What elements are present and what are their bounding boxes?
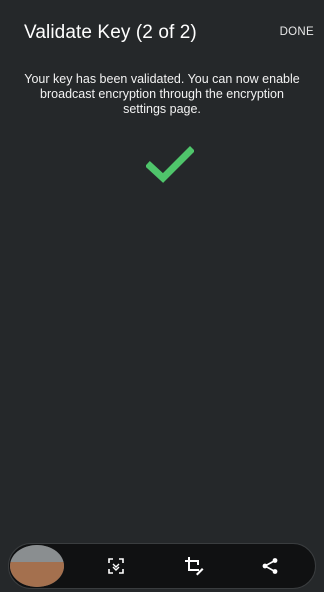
crop-edit-icon[interactable] <box>182 554 206 578</box>
validation-message: Your key has been validated. You can now… <box>24 72 300 116</box>
app-header: Validate Key (2 of 2) DONE <box>0 0 324 64</box>
share-icon[interactable] <box>258 554 282 578</box>
page-title: Validate Key (2 of 2) <box>24 22 197 43</box>
scroll-capture-glyph <box>108 558 124 574</box>
scroll-capture-icon[interactable] <box>104 554 128 578</box>
done-button[interactable]: DONE <box>280 26 314 38</box>
checkmark-icon <box>146 146 194 183</box>
crop-edit-glyph <box>185 557 204 576</box>
share-glyph <box>262 558 278 574</box>
screenshot-thumbnail[interactable] <box>10 545 64 587</box>
